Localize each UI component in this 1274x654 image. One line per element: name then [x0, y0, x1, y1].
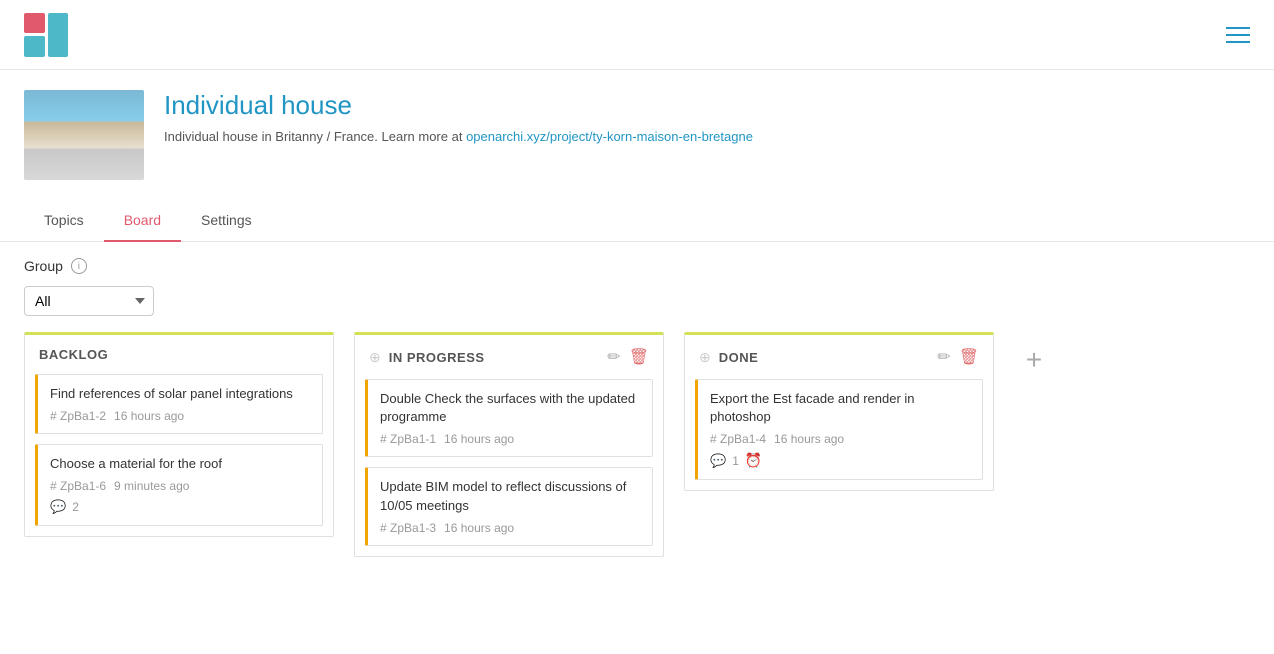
project-title: Individual house: [164, 90, 1250, 121]
tab-topics[interactable]: Topics: [24, 200, 104, 242]
project-image-inner: [24, 90, 144, 180]
kanban-board: BACKLOG Find references of solar panel i…: [24, 332, 1250, 557]
column-done-title: DONE: [719, 350, 930, 365]
project-thumbnail: [24, 90, 144, 180]
tab-settings[interactable]: Settings: [181, 200, 272, 242]
project-info: Individual house Individual house in Bri…: [164, 90, 1250, 144]
group-label: Group: [24, 258, 63, 274]
card-bim-title: Update BIM model to reflect discussions …: [380, 478, 640, 514]
logo-cell-1: [24, 13, 45, 34]
project-header: Individual house Individual house in Bri…: [0, 70, 1274, 200]
card-solar-id: # ZpBa1-2: [50, 409, 106, 423]
card-bim-time: 16 hours ago: [444, 521, 514, 535]
edit-icon-in-progress[interactable]: ✏: [607, 347, 620, 367]
hamburger-line-2: [1226, 34, 1250, 36]
project-desc-text: Individual house in Britanny / France. L…: [164, 129, 466, 144]
logo-cell-3: [24, 36, 45, 57]
hamburger-line-1: [1226, 27, 1250, 29]
column-in-progress: ⊕ IN PROGRESS ✏ 🗑 Double Check the surfa…: [354, 332, 664, 557]
card-roof-meta: # ZpBa1-6 9 minutes ago: [50, 479, 310, 493]
card-double-check-time: 16 hours ago: [444, 432, 514, 446]
card-double-check-title: Double Check the surfaces with the updat…: [380, 390, 640, 426]
delete-icon-done[interactable]: 🗑: [959, 347, 979, 367]
card-roof-id: # ZpBa1-6: [50, 479, 106, 493]
card-export-id: # ZpBa1-4: [710, 432, 766, 446]
card-roof-icons: 💬 2: [50, 499, 310, 515]
card-export-icons: 💬 1 ⏰: [710, 452, 970, 469]
column-backlog-header: BACKLOG: [25, 335, 333, 374]
group-row: Group i: [24, 258, 1250, 274]
card-bim-id: # ZpBa1-3: [380, 521, 436, 535]
column-in-progress-header: ⊕ IN PROGRESS ✏ 🗑: [355, 335, 663, 379]
app-header: [0, 0, 1274, 70]
card-solar-time: 16 hours ago: [114, 409, 184, 423]
group-info-icon[interactable]: i: [71, 258, 87, 274]
comment-icon-export: 💬: [710, 453, 726, 469]
card-solar-panel[interactable]: Find references of solar panel integrati…: [35, 374, 323, 434]
board-area: Group i All Group 1 Group 2 BACKLOG Find…: [0, 242, 1274, 573]
add-column-button[interactable]: +: [1014, 340, 1054, 380]
drag-icon-done[interactable]: ⊕: [699, 349, 711, 366]
card-roof-material[interactable]: Choose a material for the roof # ZpBa1-6…: [35, 444, 323, 526]
card-solar-title: Find references of solar panel integrati…: [50, 385, 310, 403]
card-export-title: Export the Est facade and render in phot…: [710, 390, 970, 426]
column-in-progress-title: IN PROGRESS: [389, 350, 600, 365]
card-bim-meta: # ZpBa1-3 16 hours ago: [380, 521, 640, 535]
card-double-check[interactable]: Double Check the surfaces with the updat…: [365, 379, 653, 457]
comment-icon-roof: 💬: [50, 499, 66, 515]
hamburger-line-3: [1226, 41, 1250, 43]
project-link[interactable]: openarchi.xyz/project/ty-korn-maison-en-…: [466, 129, 753, 144]
group-select[interactable]: All Group 1 Group 2: [24, 286, 154, 316]
edit-icon-done[interactable]: ✏: [937, 347, 950, 367]
comment-count-roof: 2: [72, 500, 79, 514]
column-done: ⊕ DONE ✏ 🗑 Export the Est facade and ren…: [684, 332, 994, 491]
card-export-time: 16 hours ago: [774, 432, 844, 446]
card-roof-title: Choose a material for the roof: [50, 455, 310, 473]
menu-button[interactable]: [1226, 27, 1250, 43]
tab-board[interactable]: Board: [104, 200, 181, 242]
column-done-header: ⊕ DONE ✏ 🗑: [685, 335, 993, 379]
card-bim-model[interactable]: Update BIM model to reflect discussions …: [365, 467, 653, 545]
logo-grid: [24, 13, 68, 57]
tabs-container: Topics Board Settings: [0, 200, 1274, 242]
logo[interactable]: [24, 13, 68, 57]
card-double-check-id: # ZpBa1-1: [380, 432, 436, 446]
delete-icon-in-progress[interactable]: 🗑: [629, 347, 649, 367]
drag-icon-in-progress[interactable]: ⊕: [369, 349, 381, 366]
card-export-meta: # ZpBa1-4 16 hours ago: [710, 432, 970, 446]
project-description: Individual house in Britanny / France. L…: [164, 129, 1250, 144]
logo-cell-2: [48, 13, 69, 57]
comment-count-export: 1: [732, 454, 739, 468]
column-backlog: BACKLOG Find references of solar panel i…: [24, 332, 334, 537]
card-roof-time: 9 minutes ago: [114, 479, 189, 493]
card-double-check-meta: # ZpBa1-1 16 hours ago: [380, 432, 640, 446]
clock-icon-export: ⏰: [745, 452, 762, 469]
column-backlog-title: BACKLOG: [39, 347, 319, 362]
card-solar-meta: # ZpBa1-2 16 hours ago: [50, 409, 310, 423]
card-export-facade[interactable]: Export the Est facade and render in phot…: [695, 379, 983, 480]
